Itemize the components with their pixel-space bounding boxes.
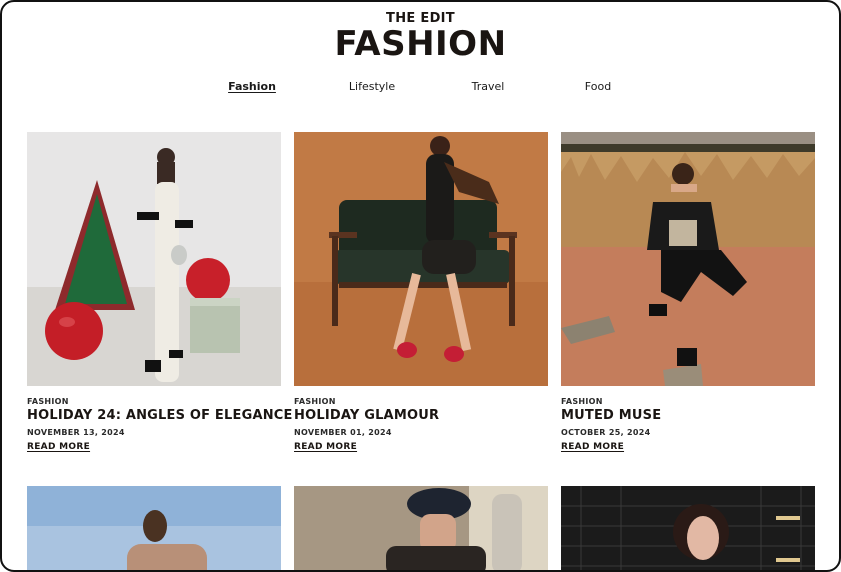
read-more-link[interactable]: READ MORE — [561, 442, 624, 452]
article-image[interactable] — [561, 486, 815, 570]
page-title: FASHION — [334, 24, 507, 64]
article-image[interactable] — [27, 132, 281, 386]
category-nav: Fashion Lifestyle Travel Food — [2, 80, 839, 96]
article-image[interactable] — [294, 486, 548, 570]
article-category: FASHION — [27, 397, 69, 406]
read-more-link[interactable]: READ MORE — [27, 442, 90, 452]
article-title[interactable]: MUTED MUSE — [561, 408, 661, 423]
article-title[interactable]: HOLIDAY GLAMOUR — [294, 408, 439, 423]
article-date: NOVEMBER 13, 2024 — [27, 428, 125, 437]
nav-item-food[interactable]: Food — [585, 80, 611, 93]
article-image[interactable] — [27, 486, 281, 570]
nav-item-fashion[interactable]: Fashion — [228, 80, 276, 93]
nav-item-lifestyle[interactable]: Lifestyle — [349, 80, 395, 93]
article-date: OCTOBER 25, 2024 — [561, 428, 651, 437]
article-category: FASHION — [294, 397, 336, 406]
article-title[interactable]: HOLIDAY 24: ANGLES OF ELEGANCE — [27, 408, 293, 423]
article-category: FASHION — [561, 397, 603, 406]
article-image[interactable] — [294, 132, 548, 386]
article-image[interactable] — [561, 132, 815, 386]
article-date: NOVEMBER 01, 2024 — [294, 428, 392, 437]
page-frame: THE EDIT FASHION Fashion Lifestyle Trave… — [0, 0, 841, 572]
read-more-link[interactable]: READ MORE — [294, 442, 357, 452]
nav-item-travel[interactable]: Travel — [472, 80, 505, 93]
